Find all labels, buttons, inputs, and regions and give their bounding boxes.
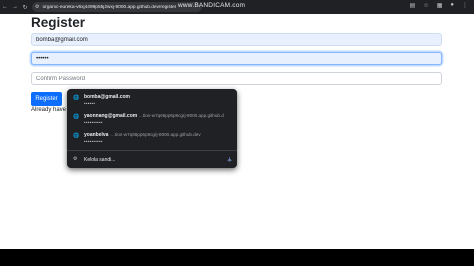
manage-passwords-label: Kelola sandi... [84, 157, 116, 163]
key-icon: ⚶ [226, 157, 232, 163]
profile-icon[interactable]: ● [450, 2, 454, 9]
settings-icon: ⚙ [73, 156, 78, 162]
forward-icon[interactable]: → [10, 2, 20, 12]
address-bar-url: organic-eureka-v6xj4499p55j2wxj-8000.app… [42, 4, 177, 10]
autofill-site: ...tion-w7q66pp6p9cgrj-8000.app.github.d… [111, 132, 201, 137]
page-title: Register [31, 15, 86, 30]
translate-icon[interactable]: ▤ [410, 2, 416, 9]
tune-icon[interactable]: ⚙ [35, 4, 39, 10]
globe-icon: 🌐 [73, 114, 80, 120]
autofill-site: ...tion-w7q66pp6p9cgrj-8000.app.github.d [139, 113, 224, 118]
autofill-user: bomba@gmail.com [84, 94, 130, 100]
email-field[interactable] [31, 33, 442, 46]
password-field[interactable] [31, 52, 442, 65]
autofill-item[interactable]: 🌐 yaonnang@gmail.com ...tion-w7q66pp6p9c… [67, 110, 237, 128]
confirm-password-field[interactable] [31, 72, 442, 85]
manage-passwords-item[interactable]: ⚙ Kelola sandi... ⚶ [67, 151, 237, 168]
globe-icon: 🌐 [73, 95, 80, 101]
address-bar[interactable]: ⚙ organic-eureka-v6xj4499p55j2wxj-8000.a… [32, 2, 202, 12]
globe-icon: 🌐 [73, 133, 80, 139]
menu-icon[interactable]: ⋮ [462, 2, 468, 9]
toolbar-icons: ▤ ☆ ▦ ● ⋮ [410, 2, 468, 9]
bandicam-watermark: www.BANDICAM.com [178, 2, 246, 9]
back-icon[interactable]: ← [0, 2, 10, 12]
register-button[interactable]: Register [31, 92, 62, 106]
autofill-item[interactable]: 🌐 bomba@gmail.com •••••• [67, 91, 237, 109]
reload-icon[interactable]: ↻ [20, 2, 30, 12]
browser-toolbar: ← → ↻ ⚙ organic-eureka-v6xj4499p55j2wxj-… [0, 0, 474, 14]
autofill-password: •••••••••• [84, 120, 103, 125]
autofill-item[interactable]: 🌐 yoanbelva ...tion-w7q66pp6p9cgrj-8000.… [67, 129, 237, 147]
password-autofill-dropdown: 🌐 bomba@gmail.com •••••• 🌐 yaonnang@gmai… [67, 89, 237, 168]
already-have-account-text: Already have a [31, 107, 72, 113]
autofill-password: •••••••••• [84, 139, 103, 144]
extensions-icon[interactable]: ▦ [437, 2, 443, 9]
autofill-user: yoanbelva [84, 132, 109, 138]
autofill-user: yaonnang@gmail.com [84, 113, 138, 119]
autofill-password: •••••• [84, 101, 96, 106]
bottom-letterbox [0, 249, 474, 266]
star-icon[interactable]: ☆ [423, 2, 428, 9]
